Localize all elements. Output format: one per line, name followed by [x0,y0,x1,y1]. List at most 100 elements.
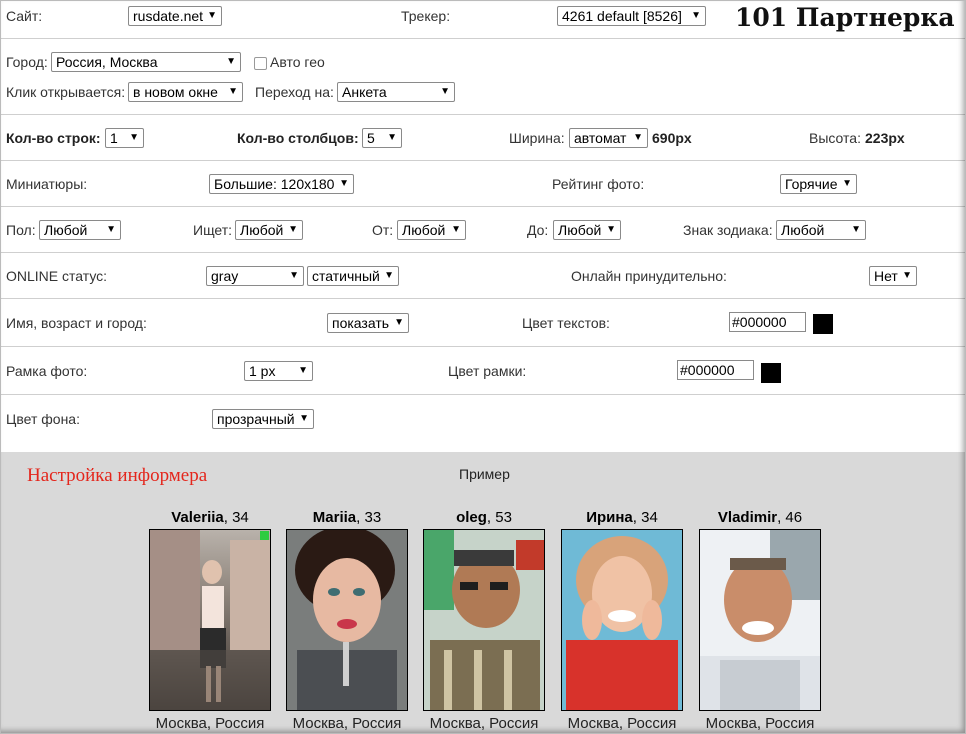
width-select[interactable]: автомат ▼ [569,128,648,148]
photo-frame-value: 1 px [249,363,276,379]
settings-row-thumbs: Миниатюры: Большие: 120x180 ▼ Рейтинг фот… [0,161,966,207]
zodiac-select-value: Любой [781,222,825,238]
chevron-down-icon: ▼ [606,224,616,235]
online-mode-select[interactable]: статичный ▼ [307,266,399,286]
seek-select[interactable]: Любой ▼ [235,220,303,240]
profile-name: Vladimir [717,509,778,526]
chevron-down-icon: ▼ [228,86,238,97]
text-color-swatch[interactable] [813,314,833,334]
click-opens-label: Клик открывается: [6,84,126,100]
width-px-value: 690px [652,130,692,146]
rating-label: Рейтинг фото: [552,176,645,192]
seek-label: Ищет: [193,222,233,238]
profile-photo[interactable] [149,529,271,711]
chevron-down-icon: ▼ [207,10,217,21]
profile-card[interactable]: Valeriia, 34 Москва, Россия [148,509,272,732]
chevron-down-icon: ▼ [298,365,308,376]
chevron-down-icon: ▼ [394,317,404,328]
name-age-city-label: Имя, возраст и город: [6,315,147,331]
chevron-down-icon: ▼ [129,132,139,143]
profile-name-age: oleg, 53 [422,509,546,526]
sex-select-value: Любой [44,222,88,238]
profile-name: Valeriia [171,509,224,526]
width-select-value: автомат [574,130,627,146]
profile-card[interactable]: Ирина, 34 Москва, Россия [560,509,684,732]
thumbs-select[interactable]: Большие: 120x180 ▼ [209,174,354,194]
city-select-value: Россия, Москва [56,54,158,70]
city-select[interactable]: Россия, Москва ▼ [51,52,241,72]
profile-name: Mariia [312,509,357,526]
online-indicator [260,531,269,540]
width-label: Ширина: [509,130,565,146]
profile-card[interactable]: Vladimir, 46 Москва, Россия [698,509,822,732]
profile-city: Москва, Россия [705,715,815,732]
photo-frame-select[interactable]: 1 px ▼ [244,361,313,381]
preview-example-label: Пример [459,466,510,482]
profile-city: Москва, Россия [567,715,677,732]
bg-color-select[interactable]: прозрачный ▼ [212,409,314,429]
cols-count-select[interactable]: 5 ▼ [362,128,402,148]
profile-age: , 34 [632,509,658,526]
frame-color-swatch[interactable] [761,363,781,383]
settings-row-grid: Кол-во строк: 1 ▼ Кол-во столбцов: 5 ▼ Шир… [0,115,966,161]
profile-city: Москва, Россия [292,715,402,732]
chevron-down-icon: ▼ [289,270,299,281]
preview-title: Настройка информера [27,465,208,486]
profile-photo[interactable] [561,529,683,711]
profile-name-age: Mariia, 33 [285,509,409,526]
online-color-select[interactable]: gray ▼ [206,266,304,286]
force-online-select[interactable]: Нет ▼ [869,266,917,286]
profile-age: , 46 [777,509,803,526]
tracker-select-value: 4261 default [8526] [562,8,682,24]
age-to-value: Любой [558,222,602,238]
age-from-label: От: [372,222,394,238]
chevron-down-icon: ▼ [691,10,701,21]
text-color-input[interactable] [729,312,806,332]
tracker-select[interactable]: 4261 default [8526] ▼ [557,6,706,26]
profile-city: Москва, Россия [155,715,265,732]
height-px-value: 223px [865,130,905,146]
profile-card[interactable]: Mariia, 33 Москва, Россия [285,509,409,732]
profile-card[interactable]: oleg, 53 Москва, Россия [422,509,546,732]
age-to-select[interactable]: Любой ▼ [553,220,621,240]
sex-label: Пол: [6,222,36,238]
profile-age: , 53 [486,509,512,526]
profile-name: oleg [456,509,487,526]
chevron-down-icon: ▼ [902,270,912,281]
rows-count-label: Кол-во строк: [6,130,101,146]
online-mode-value: статичный [312,268,380,284]
profile-photo[interactable] [286,529,408,711]
sex-select[interactable]: Любой ▼ [39,220,121,240]
name-age-city-select[interactable]: показать ▼ [327,313,409,333]
photo-placeholder-graphic [700,530,820,710]
frame-color-input[interactable] [677,360,754,380]
text-color-label: Цвет текстов: [522,315,610,331]
zodiac-select[interactable]: Любой ▼ [776,220,866,240]
settings-row-city: Город: Россия, Москва ▼ Авто гео Клик отк… [0,39,966,115]
autogeo-label: Авто гео [270,54,325,70]
bg-color-value: прозрачный [217,411,295,427]
name-age-city-value: показать [332,315,390,331]
photo-frame-label: Рамка фото: [6,363,88,379]
frame-color-label: Цвет рамки: [448,363,527,379]
rating-select[interactable]: Горячие ▼ [780,174,857,194]
chevron-down-icon: ▼ [226,56,236,67]
goto-select[interactable]: Анкета ▼ [337,82,455,102]
profile-photo[interactable] [699,529,821,711]
height-label: Высота: [809,130,861,146]
cols-count-label: Кол-во столбцов: [237,130,359,146]
chevron-down-icon: ▼ [299,413,309,424]
chevron-down-icon: ▼ [288,224,298,235]
city-label: Город: [6,54,48,70]
rows-count-select[interactable]: 1 ▼ [105,128,144,148]
click-opens-select[interactable]: в новом окне ▼ [128,82,243,102]
age-to-label: До: [527,222,549,238]
profile-city: Москва, Россия [429,715,539,732]
chevron-down-icon: ▼ [451,224,461,235]
thumbs-select-value: Большие: 120x180 [214,176,335,192]
settings-row-frame: Рамка фото: 1 px ▼ Цвет рамки: [0,347,966,395]
autogeo-checkbox[interactable] [254,57,267,70]
site-select[interactable]: rusdate.net ▼ [128,6,222,26]
profile-photo[interactable] [423,529,545,711]
age-from-select[interactable]: Любой ▼ [397,220,466,240]
